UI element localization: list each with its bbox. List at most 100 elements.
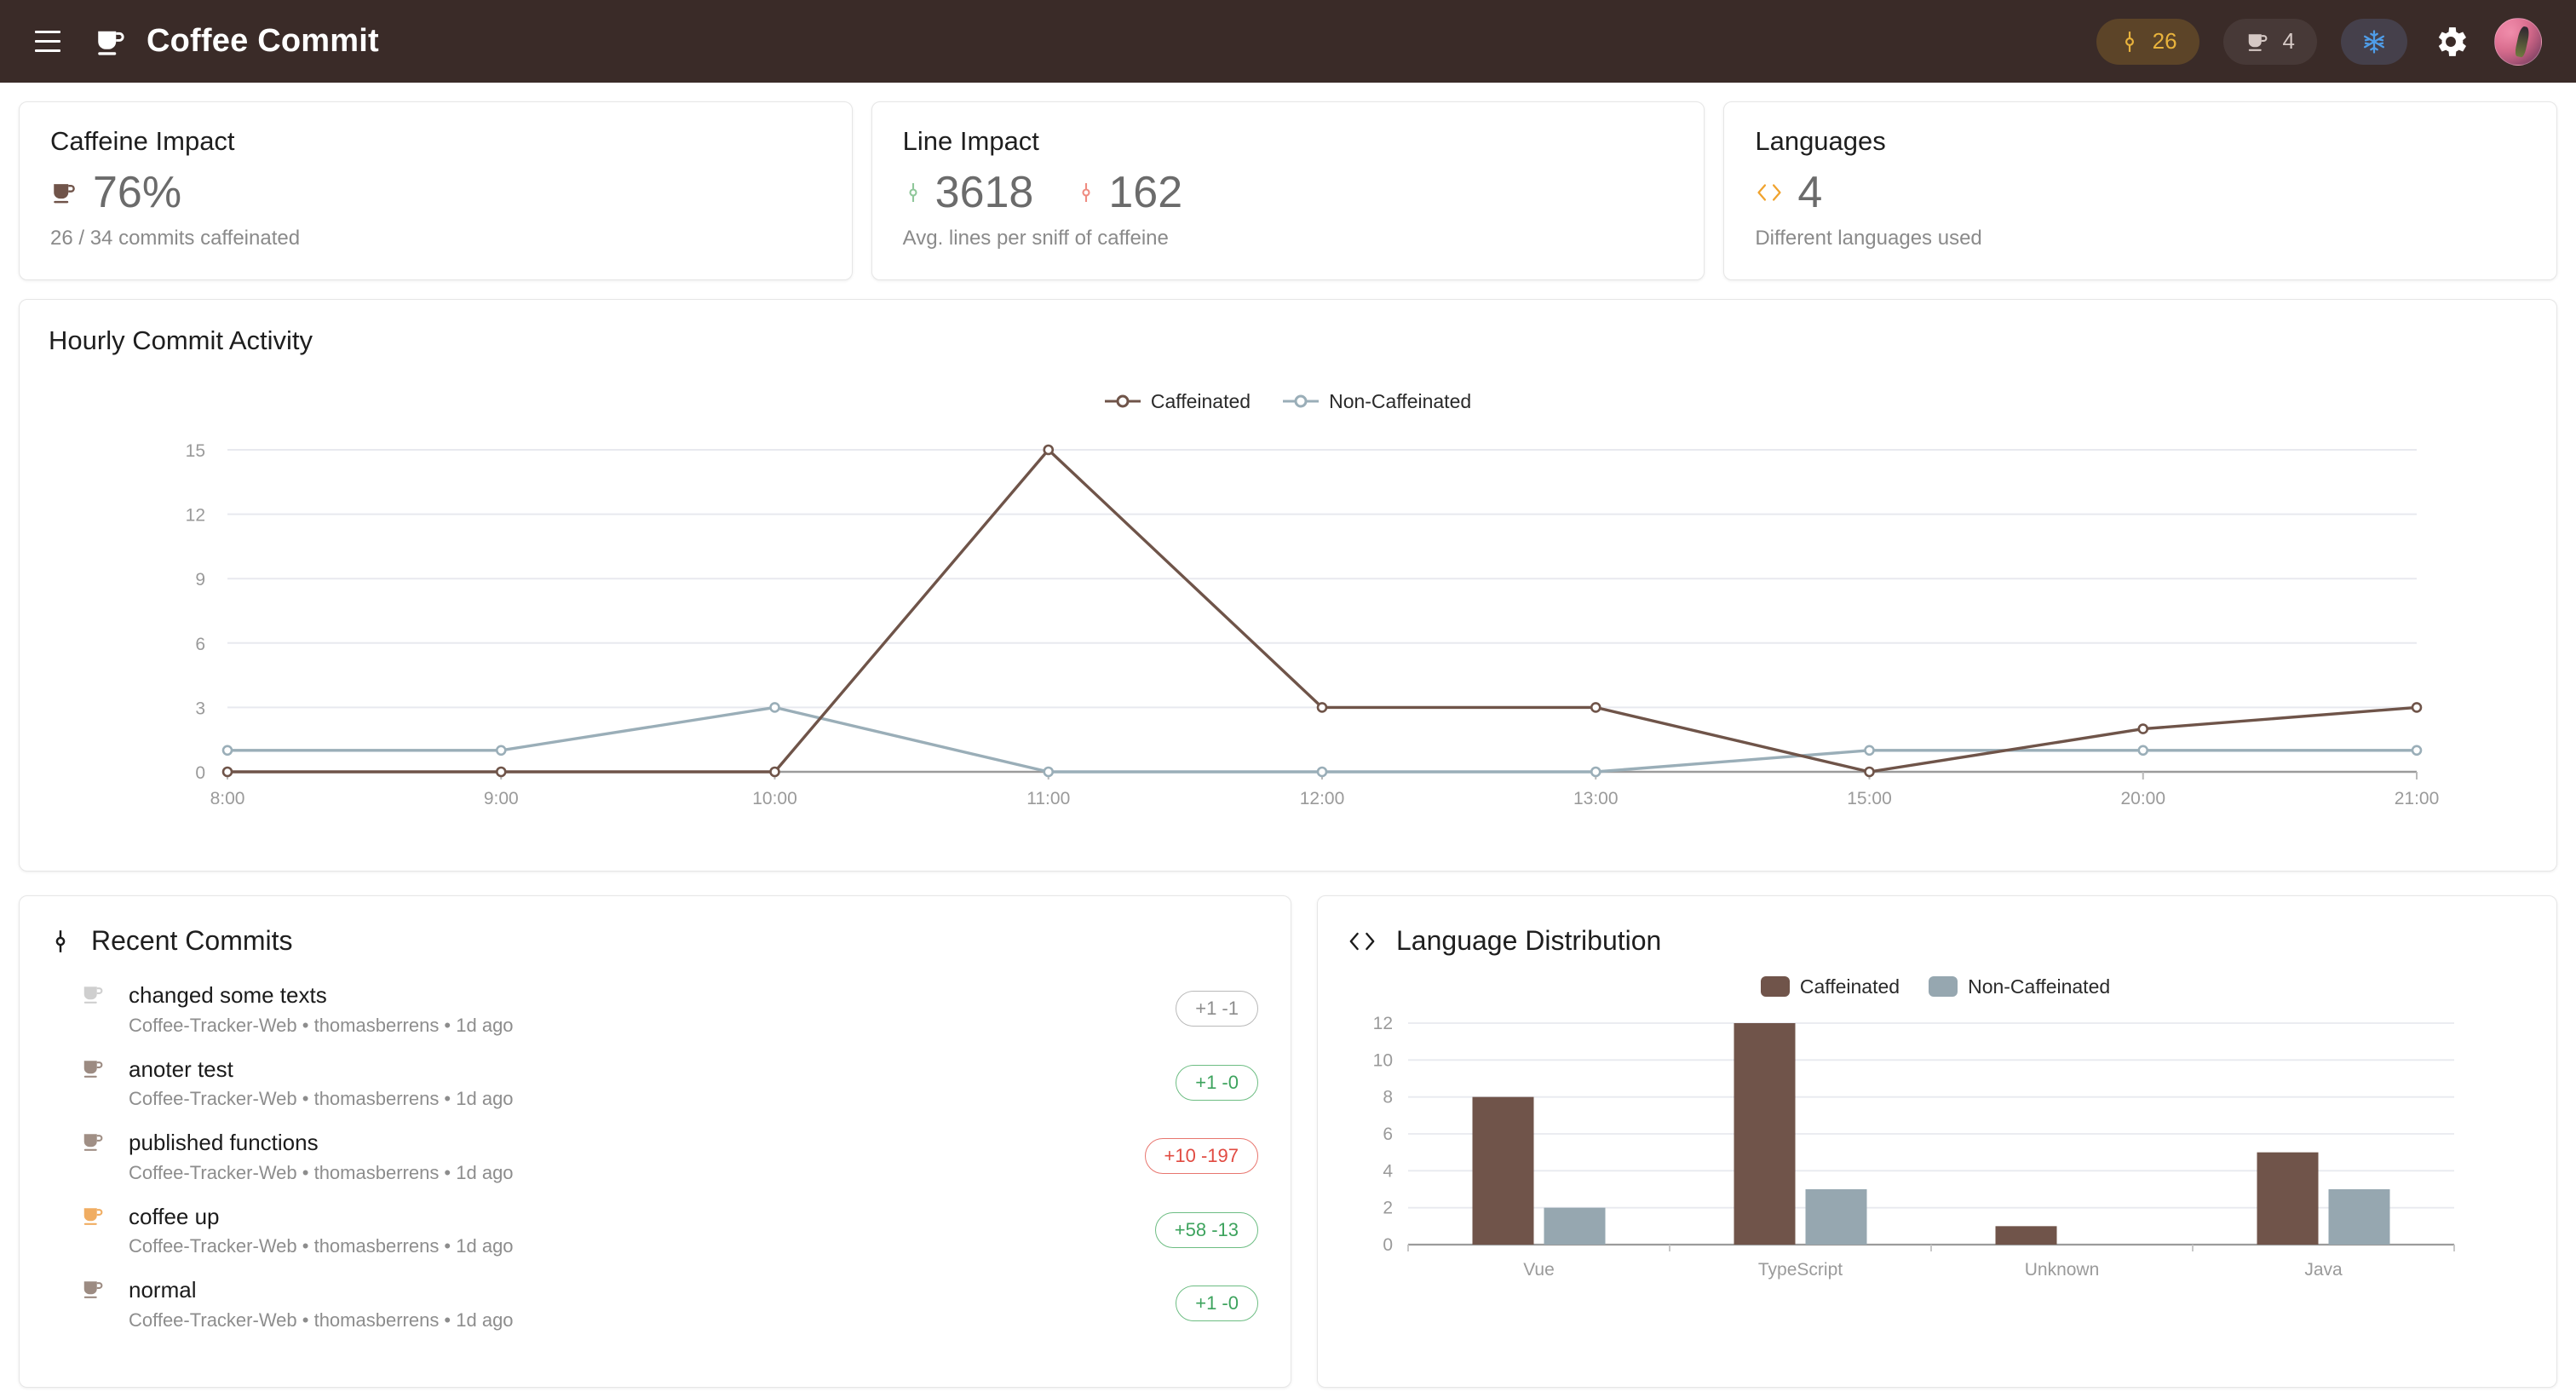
code-brackets-icon — [1757, 184, 1781, 201]
commit-meta: Coffee-Tracker-Web • thomasberrens • 1d … — [129, 1088, 514, 1109]
data-point — [495, 745, 507, 756]
bar-typescript-non-caffeinated — [1805, 1189, 1867, 1245]
commit-body: normal Coffee-Tracker-Web • thomasberrens… — [129, 1276, 1153, 1332]
y-axis-tick-label: 15 — [186, 441, 205, 461]
data-point — [221, 766, 233, 778]
commit-list-item[interactable]: anoter test Coffee-Tracker-Web • thomasbe… — [49, 1046, 1258, 1120]
y-axis-tick-label: 12 — [1373, 1014, 1393, 1033]
commits-badge[interactable]: 26 — [2096, 18, 2199, 65]
x-axis-tick-label: 20:00 — [2120, 789, 2165, 808]
snowflake-badge[interactable] — [2341, 18, 2407, 65]
commit-list-item[interactable]: changed some texts Coffee-Tracker-Web • t… — [49, 972, 1258, 1046]
y-axis-tick-label: 6 — [195, 635, 205, 654]
data-point — [2411, 745, 2423, 756]
coffee-cup-icon — [81, 1276, 106, 1302]
data-point — [495, 766, 507, 778]
bar-vue-caffeinated — [1472, 1096, 1534, 1245]
bar-vue-non-caffeinated — [1544, 1207, 1606, 1245]
stat-title: Line Impact — [902, 126, 1039, 156]
coffee-cup-icon — [54, 184, 75, 204]
avatar[interactable] — [2494, 17, 2542, 66]
y-axis-tick-label: 8 — [1383, 1088, 1393, 1107]
app-header: Coffee Commit 26 4 — [0, 0, 2576, 83]
commit-body: anoter test Coffee-Tracker-Web • thomasbe… — [129, 1056, 1153, 1111]
data-point — [769, 702, 780, 713]
legend-item-non-caffeinated[interactable]: Non-Caffeinated — [1283, 390, 1471, 413]
x-axis-tick-label: 13:00 — [1573, 789, 1619, 808]
commit-message: normal — [129, 1277, 197, 1303]
data-point — [2411, 702, 2423, 713]
git-commit-icon — [55, 929, 66, 952]
git-commit-icon — [1082, 183, 1090, 202]
data-point — [769, 766, 780, 778]
x-axis-tick-label: 11:00 — [1026, 789, 1070, 808]
hourly-commit-activity-card: Hourly Commit Activity Caffeinated Non-C… — [19, 299, 2557, 871]
app-title: Coffee Commit — [147, 23, 379, 59]
y-axis-tick-label: 3 — [195, 699, 205, 718]
data-point — [1864, 766, 1875, 778]
commit-message: changed some texts — [129, 982, 327, 1008]
y-axis-tick-label: 4 — [1383, 1161, 1393, 1181]
lines-added-value: 3618 — [934, 168, 1034, 217]
stat-subtitle: 26 / 34 commits caffeinated — [50, 227, 301, 250]
data-point — [2137, 745, 2149, 756]
coffee-cup-icon — [81, 1056, 106, 1081]
commit-list-item[interactable]: normal Coffee-Tracker-Web • thomasberrens… — [49, 1267, 1258, 1341]
coffee-badge[interactable]: 4 — [2222, 18, 2317, 65]
git-commit-icon — [909, 183, 917, 202]
x-axis-tick-label: 8:00 — [210, 789, 245, 808]
coffee-cup-icon — [83, 1060, 103, 1078]
coffee-cup-icon — [83, 1134, 103, 1151]
stats-row: Caffeine Impact 76% 26 / 34 commits caff… — [19, 101, 2558, 280]
legend-line-marker-icon — [1283, 394, 1320, 408]
language-distribution-title: Language Distribution — [1396, 925, 1662, 956]
git-commit-icon — [2125, 31, 2134, 52]
x-axis-tick-label: Java — [2304, 1260, 2343, 1280]
legend-item-non-caffeinated[interactable]: Non-Caffeinated — [1929, 975, 2110, 998]
legend-item-caffeinated[interactable]: Caffeinated — [1104, 390, 1251, 413]
stat-value: 76% — [93, 168, 182, 217]
legend-label: Non-Caffeinated — [1968, 975, 2111, 998]
gear-icon[interactable] — [2431, 22, 2470, 61]
commit-meta: Coffee-Tracker-Web • thomasberrens • 1d … — [129, 1014, 514, 1036]
x-axis-tick-label: TypeScript — [1758, 1260, 1843, 1280]
y-axis-tick-label: 12 — [186, 506, 205, 526]
language-distribution-card: Language Distribution Caffeinated Non-Ca… — [1317, 895, 2557, 1388]
coffee-cup-icon — [83, 1281, 103, 1298]
stat-card-languages: Languages 4 Different languages used — [1723, 101, 2558, 280]
data-point — [2137, 723, 2149, 734]
commit-list-item[interactable]: coffee up Coffee-Tracker-Web • thomasberr… — [49, 1194, 1258, 1268]
bar-unknown-caffeinated — [1995, 1226, 2057, 1245]
x-axis-tick-label: 12:00 — [1300, 789, 1345, 808]
brand: Coffee Commit — [94, 23, 379, 60]
hamburger-menu-icon[interactable] — [29, 23, 66, 60]
commit-message: published functions — [129, 1130, 319, 1155]
series-line-non-caffeinated — [226, 705, 2418, 774]
commit-body: published functions Coffee-Tracker-Web • … — [129, 1129, 1123, 1184]
commit-list: changed some texts Coffee-Tracker-Web • t… — [49, 972, 1258, 1341]
bar-typescript-caffeinated — [1734, 1023, 1796, 1245]
commit-diff-badge: +10 -197 — [1144, 1138, 1258, 1175]
page-title: Hourly Commit Activity — [49, 325, 313, 355]
commit-message: anoter test — [129, 1056, 233, 1082]
bar-java-caffeinated — [2257, 1152, 2319, 1245]
code-brackets-icon — [1349, 932, 1375, 950]
y-axis-tick-label: 0 — [195, 763, 205, 783]
snowflake-icon — [2363, 29, 2385, 54]
language-bar-chart: 0 2 4 6 8 10 12 Vue TypeScript Unknown Java — [1347, 1006, 2524, 1287]
data-point — [1864, 745, 1875, 756]
commit-list-item[interactable]: published functions Coffee-Tracker-Web • … — [49, 1119, 1258, 1194]
stat-subtitle: Different languages used — [1755, 227, 1982, 250]
commit-diff-badge: +58 -13 — [1154, 1211, 1258, 1248]
legend-label: Non-Caffeinated — [1329, 389, 1472, 412]
bottom-row: Recent Commits changed some texts Coffee-… — [19, 895, 2557, 1388]
commit-meta: Coffee-Tracker-Web • thomasberrens • 1d … — [129, 1235, 514, 1257]
x-axis-tick-label: Vue — [1523, 1260, 1555, 1280]
bar-java-non-caffeinated — [2328, 1189, 2390, 1245]
stat-title: Languages — [1755, 126, 1886, 156]
coffee-cup-icon — [98, 31, 124, 55]
x-axis-tick-label: 9:00 — [484, 789, 519, 808]
legend-item-caffeinated[interactable]: Caffeinated — [1760, 975, 1900, 998]
legend-swatch-icon — [1929, 976, 1958, 997]
data-point — [1043, 444, 1055, 456]
